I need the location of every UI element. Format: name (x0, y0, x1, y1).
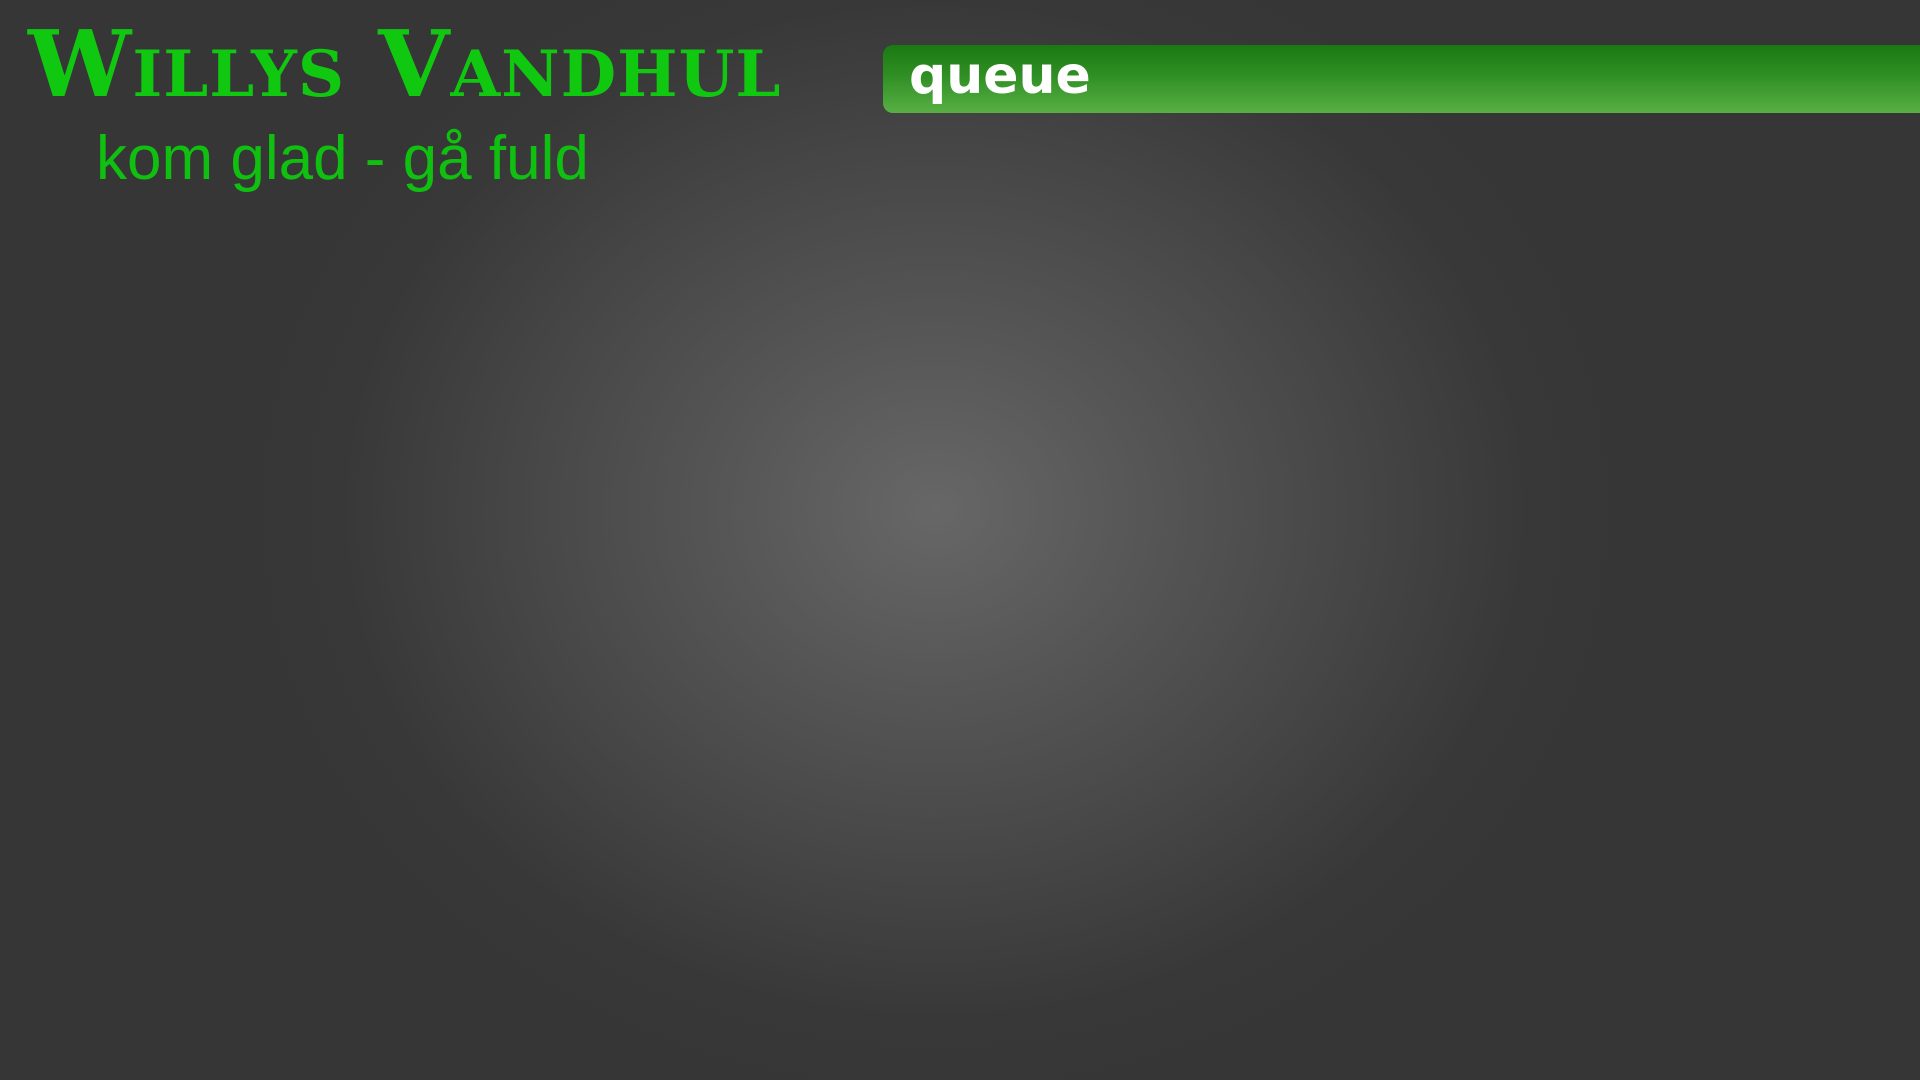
queue-header-bar: queue (883, 45, 1920, 113)
brand-title: Willys Vandhul (28, 10, 782, 118)
brand-header: Willys Vandhul kom glad - gå fuld (28, 18, 828, 198)
brand-tagline: kom glad - gå fuld (96, 124, 589, 193)
queue-title: queue (909, 46, 1091, 106)
